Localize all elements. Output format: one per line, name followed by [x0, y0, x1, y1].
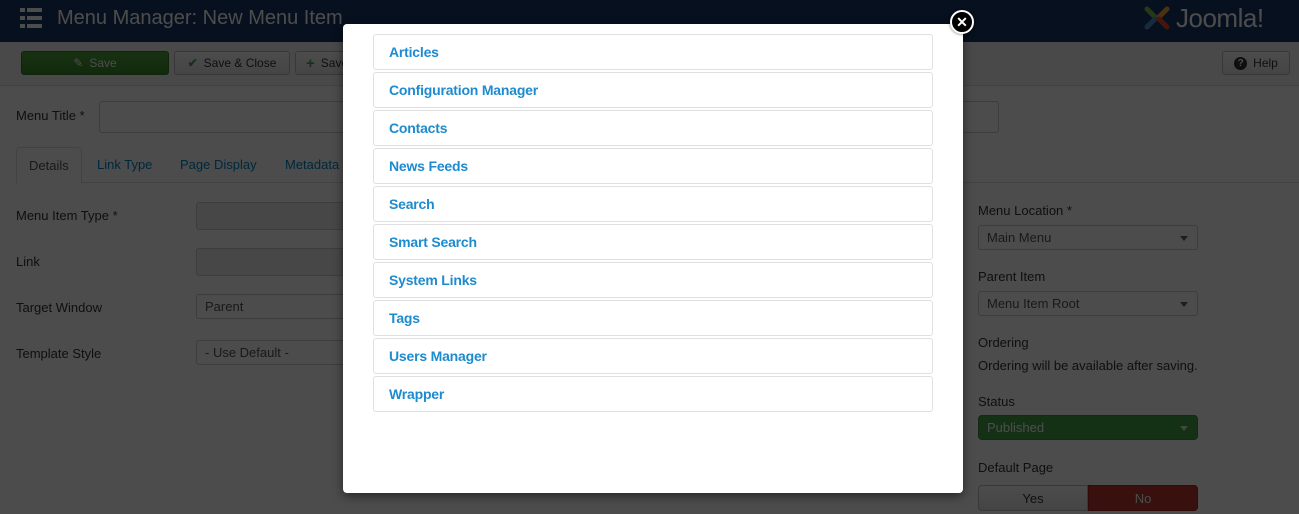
menu-type-smart-search[interactable]: Smart Search	[373, 224, 933, 260]
menu-type-list: Articles Configuration Manager Contacts …	[373, 34, 933, 414]
close-icon[interactable]: ✕	[950, 10, 974, 34]
menu-type-articles[interactable]: Articles	[373, 34, 933, 70]
menu-type-system-links[interactable]: System Links	[373, 262, 933, 298]
menu-type-search[interactable]: Search	[373, 186, 933, 222]
menu-type-contacts[interactable]: Contacts	[373, 110, 933, 146]
menu-type-users-manager[interactable]: Users Manager	[373, 338, 933, 374]
menu-type-tags[interactable]: Tags	[373, 300, 933, 336]
menu-type-configuration-manager[interactable]: Configuration Manager	[373, 72, 933, 108]
menu-type-news-feeds[interactable]: News Feeds	[373, 148, 933, 184]
menu-type-wrapper[interactable]: Wrapper	[373, 376, 933, 412]
menu-item-type-modal: Articles Configuration Manager Contacts …	[343, 24, 963, 493]
